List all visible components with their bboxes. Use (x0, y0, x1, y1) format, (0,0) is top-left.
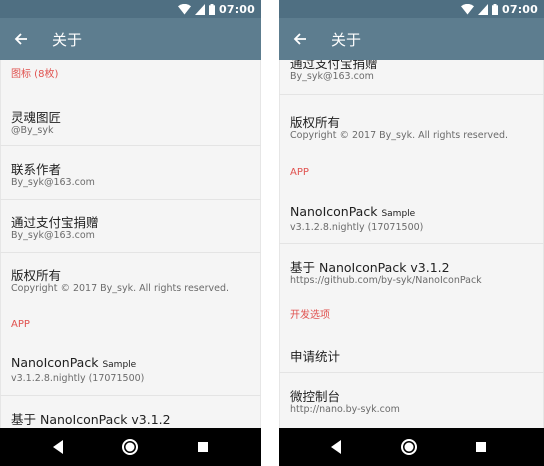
back-arrow-icon[interactable] (289, 28, 311, 50)
recents-square-icon[interactable] (194, 438, 212, 456)
home-circle-icon[interactable] (400, 438, 418, 456)
pref-summary: Copyright © 2017 By_syk. All rights rese… (11, 283, 230, 294)
navigation-bar (0, 428, 261, 466)
pref-item-soul-designer[interactable]: 灵魂图匠 @By_syk (0, 92, 261, 146)
pref-title: 版权所有 (290, 115, 341, 130)
back-triangle-icon[interactable] (327, 438, 345, 456)
pref-title: NanoIconPack Sample (290, 204, 416, 219)
pref-title: 申请统计 (290, 349, 341, 364)
pref-summary: http://nano.by-syk.com (290, 404, 400, 415)
pref-summary: By_syk@163.com (290, 71, 374, 82)
pref-item-request-stats[interactable]: 申请统计 (279, 333, 544, 373)
pref-summary: By_syk@163.com (11, 230, 95, 241)
pref-item-alipay-donate[interactable]: 通过支付宝捐赠 By_syk@163.com (279, 60, 544, 95)
pref-summary: By_syk@163.com (11, 177, 95, 188)
status-time: 07:00 (218, 2, 255, 16)
pref-item-app-version[interactable]: NanoIconPack Sample v3.1.2.8.nightly (17… (0, 342, 261, 396)
status-bar: 07:00 (279, 0, 544, 18)
signal-icon (194, 3, 205, 15)
section-header-app: APP (290, 167, 309, 178)
pref-item-copyright[interactable]: 版权所有 Copyright © 2017 By_syk. All rights… (0, 254, 261, 306)
pref-item-micro-console[interactable]: 微控制台 http://nano.by-syk.com (279, 374, 544, 428)
pref-title: 基于 NanoIconPack v3.1.2 (290, 260, 450, 275)
section-header-icons: 图标 (8枚) (11, 69, 59, 80)
pref-title: 灵魂图匠 (11, 110, 62, 125)
preferences-list: 通过支付宝捐赠 By_syk@163.com 版权所有 Copyright © … (279, 60, 544, 428)
pref-title: 微控制台 (290, 389, 341, 404)
status-bar: 07:00 (0, 0, 261, 18)
pref-item-app-version[interactable]: NanoIconPack Sample v3.1.2.8.nightly (17… (279, 190, 544, 244)
page-title: 关于 (52, 31, 83, 49)
pref-item-based-on[interactable]: 基于 NanoIconPack v3.1.2 (0, 397, 261, 428)
phone-screen-right: 07:00 关于 通过支付宝捐赠 By_syk@163.com 版权所有 Cop… (279, 0, 544, 466)
pref-item-contact-author[interactable]: 联系作者 By_syk@163.com (0, 147, 261, 200)
page-title: 关于 (331, 31, 362, 49)
pref-summary: Copyright © 2017 By_syk. All rights rese… (290, 130, 509, 141)
back-triangle-icon[interactable] (49, 438, 67, 456)
section-header-dev-options: 开发选项 (290, 310, 330, 321)
pref-summary: @By_syk (11, 125, 54, 136)
navigation-bar (279, 428, 544, 466)
pref-title: 版权所有 (11, 268, 62, 283)
signal-icon (477, 3, 488, 15)
pref-item-based-on[interactable]: 基于 NanoIconPack v3.1.2 https://github.co… (279, 245, 544, 297)
battery-icon (208, 3, 215, 15)
section-header-app: APP (11, 319, 30, 330)
recents-square-icon[interactable] (472, 438, 490, 456)
pref-title: NanoIconPack Sample (11, 355, 137, 370)
wifi-icon (460, 3, 474, 14)
pref-title: 通过支付宝捐赠 (11, 215, 99, 230)
app-bar: 关于 (279, 18, 544, 60)
back-arrow-icon[interactable] (10, 28, 32, 50)
pref-summary: https://github.com/by-syk/NanoIconPack (290, 275, 482, 286)
pref-title: 基于 NanoIconPack v3.1.2 (11, 412, 171, 427)
pref-item-alipay-donate[interactable]: 通过支付宝捐赠 By_syk@163.com (0, 201, 261, 253)
status-time: 07:00 (501, 2, 538, 16)
phone-screen-left: 07:00 关于 图标 (8枚) 灵魂图匠 @By_syk 联系作者 By_sy… (0, 0, 261, 466)
pref-summary: v3.1.2.8.nightly (17071500) (11, 373, 145, 384)
home-circle-icon[interactable] (121, 438, 139, 456)
battery-icon (491, 3, 498, 15)
preferences-list: 图标 (8枚) 灵魂图匠 @By_syk 联系作者 By_syk@163.com… (0, 60, 261, 428)
app-bar: 关于 (0, 18, 261, 60)
pref-title: 联系作者 (11, 162, 62, 177)
pref-summary: v3.1.2.8.nightly (17071500) (290, 222, 424, 233)
pref-item-copyright[interactable]: 版权所有 Copyright © 2017 By_syk. All rights… (279, 96, 544, 151)
wifi-icon (177, 3, 191, 14)
